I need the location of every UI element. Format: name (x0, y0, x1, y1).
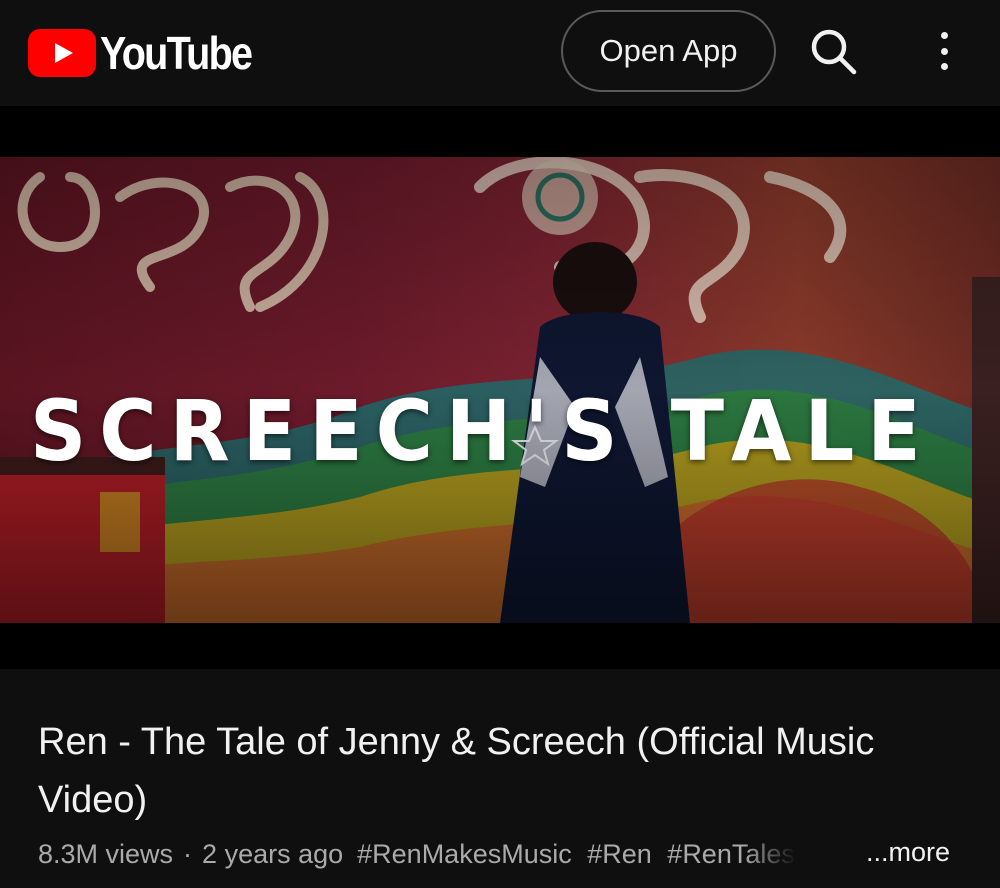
view-count: 8.3M views (38, 838, 174, 869)
show-more-link[interactable]: ...more (866, 837, 950, 868)
video-metadata-row[interactable]: 8.3M views · 2 years ago #RenMakesMusic … (38, 837, 978, 871)
video-player[interactable]: SCREECH'S TALE (0, 106, 1000, 669)
search-icon (811, 29, 857, 75)
more-options-button[interactable] (920, 26, 968, 76)
upload-age: 2 years ago (202, 838, 344, 869)
hashtag[interactable]: #RenTales (667, 839, 795, 869)
hashtag[interactable]: #RenMakesMusic (357, 839, 572, 869)
video-title[interactable]: Ren - The Tale of Jenny & Screech (Offic… (38, 713, 978, 829)
video-frame: SCREECH'S TALE (0, 157, 1000, 623)
video-info-section: Ren - The Tale of Jenny & Screech (Offic… (0, 669, 1000, 888)
hashtag[interactable]: #Ren (587, 839, 652, 869)
top-app-bar: YouTube Open App (0, 0, 1000, 106)
open-app-button[interactable]: Open App (561, 10, 776, 92)
more-vertical-icon (940, 32, 948, 39)
hashtag-list: #RenMakesMusic #Ren #RenTales (357, 839, 797, 870)
more-vertical-icon-dot (940, 63, 948, 70)
search-button[interactable] (806, 24, 860, 78)
youtube-logo[interactable]: YouTube (28, 26, 276, 80)
youtube-play-icon (28, 29, 96, 77)
meta-separator: · (183, 838, 193, 869)
more-vertical-icon-dot (940, 47, 948, 55)
logo-text: YouTube (100, 27, 253, 79)
video-overlay-title: SCREECH'S TALE (30, 382, 934, 480)
